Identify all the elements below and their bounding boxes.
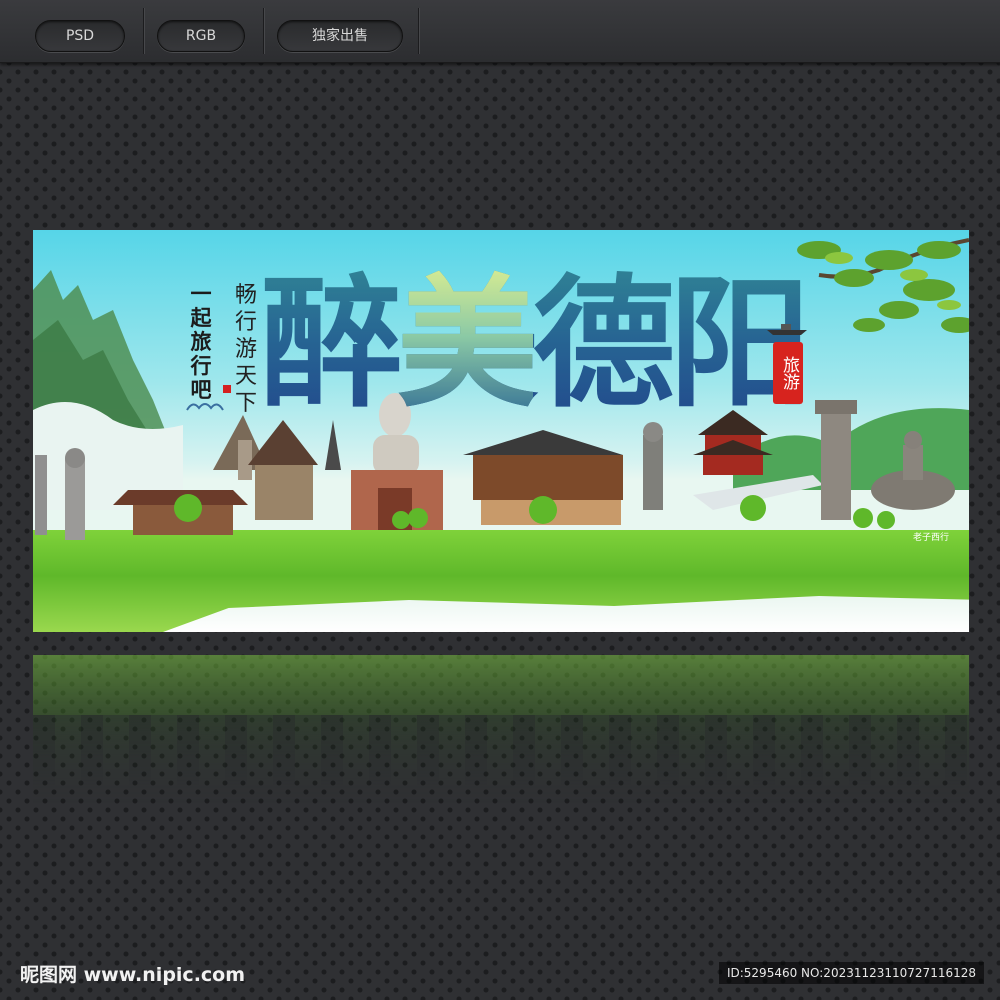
boat-icon	[767, 324, 807, 335]
tag-psd[interactable]: PSD	[35, 20, 125, 52]
poster-preview: 一起旅行吧 畅行游天下 醉美德阳 旅游 老子西行	[33, 230, 969, 632]
poster-reflection	[33, 655, 969, 805]
toolbar-divider	[143, 8, 144, 54]
slogan-vertical-mid: 畅行游天下	[234, 283, 257, 416]
title-char: 美	[397, 262, 539, 427]
title-char: 德	[533, 262, 669, 427]
small-red-seal	[223, 385, 231, 393]
slogan-vertical-left: 一起旅行吧	[190, 281, 212, 402]
reflection-landmarks	[33, 715, 969, 785]
sign-label: 老子西行	[913, 533, 950, 543]
toolbar-divider	[418, 8, 419, 54]
image-id-label: ID:5295460 NO:20231123110727116128	[718, 962, 984, 984]
top-toolbar: PSD RGB 独家出售	[0, 0, 1000, 63]
site-logo[interactable]: 昵图网 www.nipic.com	[20, 960, 245, 987]
poster-title: 醉美德阳	[261, 270, 805, 420]
toolbar-divider	[263, 8, 264, 54]
reflection-grass	[33, 655, 969, 715]
cloud-pattern-icon	[186, 403, 224, 411]
title-char: 醉	[261, 262, 397, 427]
travel-seal: 旅游	[773, 342, 803, 404]
tag-rgb[interactable]: RGB	[157, 20, 245, 52]
tree-branch-illustration	[797, 238, 969, 333]
tag-exclusive[interactable]: 独家出售	[277, 20, 403, 52]
